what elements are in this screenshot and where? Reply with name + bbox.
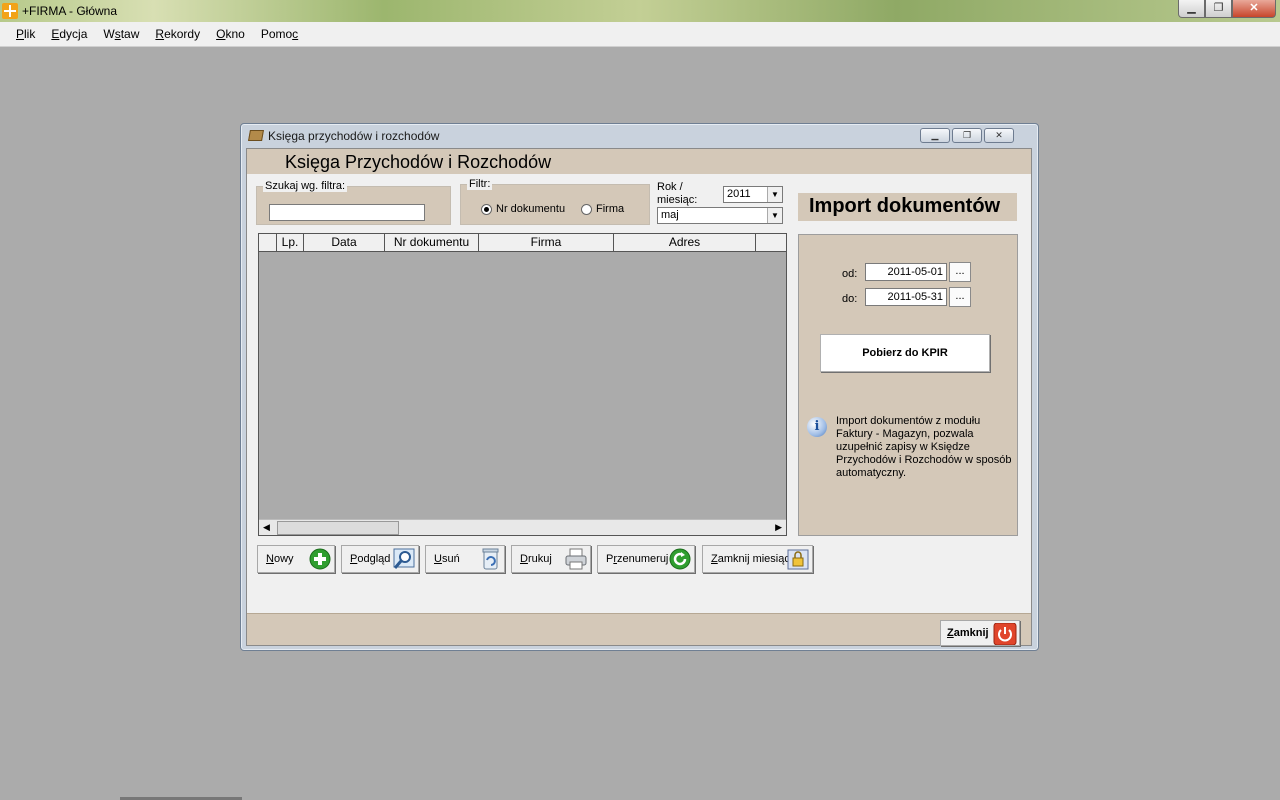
- to-label: do:: [842, 293, 858, 305]
- import-panel: od: 2011-05-01 ... do: 2011-05-31 ... Po…: [798, 234, 1018, 536]
- menu-edycja[interactable]: Edycja: [43, 22, 95, 46]
- menu-okno[interactable]: Okno: [208, 22, 253, 46]
- grid-header: Lp. Data Nr dokumentu Firma Adres: [259, 234, 786, 252]
- search-input[interactable]: [269, 204, 425, 221]
- import-info-text: Import dokumentów z modułu Faktury - Mag…: [836, 415, 1012, 479]
- documents-grid[interactable]: Lp. Data Nr dokumentu Firma Adres ◀ ▶: [258, 233, 787, 536]
- grid-col-indicator[interactable]: [259, 234, 277, 251]
- app-titlebar: +FIRMA - Główna ▁ ❐ ✕: [0, 0, 1280, 22]
- recycle-bin-icon: [482, 548, 499, 570]
- radio-empty-icon: [581, 203, 592, 215]
- menu-pomoc[interactable]: Pomoc: [253, 22, 306, 46]
- menu-rekordy[interactable]: Rekordy: [147, 22, 208, 46]
- scroll-left-icon[interactable]: ◀: [263, 522, 270, 533]
- horizontal-scrollbar[interactable]: ◀ ▶: [259, 519, 786, 535]
- chevron-down-icon: ▼: [767, 187, 782, 202]
- child-restore-button[interactable]: ❐: [952, 128, 982, 143]
- info-icon: i: [807, 417, 827, 437]
- close-window-button[interactable]: ✕: [1232, 0, 1276, 18]
- grid-col-data[interactable]: Data: [304, 234, 385, 251]
- date-to-input[interactable]: 2011-05-31: [865, 288, 947, 306]
- add-icon: [309, 548, 331, 570]
- renumber-button[interactable]: Przenumeruj: [597, 545, 695, 573]
- power-icon: [993, 623, 1017, 645]
- menu-plik[interactable]: Plik: [8, 22, 43, 46]
- app-plus-icon: [2, 3, 18, 19]
- date-from-picker-button[interactable]: ...: [949, 262, 971, 282]
- radio-firma[interactable]: Firma: [581, 203, 624, 215]
- printer-icon: [565, 548, 587, 570]
- print-button[interactable]: Drukuj: [511, 545, 591, 573]
- restore-button[interactable]: ❐: [1205, 0, 1232, 18]
- grid-col-nr-dokumentu[interactable]: Nr dokumentu: [385, 234, 479, 251]
- grid-col-firma[interactable]: Firma: [479, 234, 614, 251]
- menu-wstaw[interactable]: Wstaw: [95, 22, 147, 46]
- scroll-right-icon[interactable]: ▶: [775, 522, 782, 533]
- child-window-title: Księga przychodów i rozchodów: [248, 129, 439, 143]
- month-label: miesiąc:: [657, 194, 698, 206]
- close-button[interactable]: Zamknij: [940, 620, 1020, 646]
- minimize-button[interactable]: ▁: [1178, 0, 1205, 18]
- month-select[interactable]: maj ▼: [657, 207, 783, 224]
- child-close-button[interactable]: ✕: [984, 128, 1014, 143]
- search-legend: Szukaj wg. filtra:: [263, 180, 348, 192]
- year-select[interactable]: 2011 ▼: [723, 186, 783, 203]
- import-title: Import dokumentów: [798, 193, 1017, 221]
- book-icon: [248, 130, 264, 141]
- filter-group: Filtr: Nr dokumentu Firma: [460, 178, 650, 225]
- child-minimize-button[interactable]: ▁: [920, 128, 950, 143]
- chevron-down-icon: ▼: [767, 208, 782, 223]
- radio-checked-icon: [481, 203, 492, 215]
- scroll-thumb[interactable]: [277, 521, 399, 535]
- app-title: +FIRMA - Główna: [22, 4, 118, 18]
- fetch-to-kpir-button[interactable]: Pobierz do KPIR: [820, 334, 990, 372]
- date-from-input[interactable]: 2011-05-01: [865, 263, 947, 281]
- footer-band: Zamknij: [247, 613, 1031, 646]
- filter-legend: Filtr:: [467, 178, 493, 190]
- new-button[interactable]: Nowy: [257, 545, 335, 573]
- date-to-picker-button[interactable]: ...: [949, 287, 971, 307]
- grid-col-extra[interactable]: [756, 234, 784, 251]
- lock-icon: [787, 549, 809, 570]
- close-month-button[interactable]: Zamknij miesiąc: [702, 545, 813, 573]
- from-label: od:: [842, 268, 858, 280]
- grid-col-lp[interactable]: Lp.: [277, 234, 304, 251]
- preview-button[interactable]: Podgląd: [341, 545, 419, 573]
- magnifier-icon: [393, 548, 415, 569]
- kpir-window: Księga przychodów i rozchodów ▁ ❐ ✕ Księ…: [240, 123, 1039, 651]
- search-group: Szukaj wg. filtra:: [256, 180, 451, 225]
- grid-col-adres[interactable]: Adres: [614, 234, 756, 251]
- delete-button[interactable]: Usuń: [425, 545, 505, 573]
- year-label: Rok /: [657, 181, 683, 193]
- header-band: Księga Przychodów i Rozchodów: [247, 149, 1031, 174]
- radio-nr-dokumentu[interactable]: Nr dokumentu: [481, 203, 565, 215]
- window-client: Księga Przychodów i Rozchodów Szukaj wg.…: [246, 148, 1032, 646]
- menu-bar: Plik Edycja Wstaw Rekordy Okno Pomoc: [0, 22, 1280, 47]
- refresh-icon: [669, 548, 691, 570]
- page-title: Księga Przychodów i Rozchodów: [285, 152, 552, 172]
